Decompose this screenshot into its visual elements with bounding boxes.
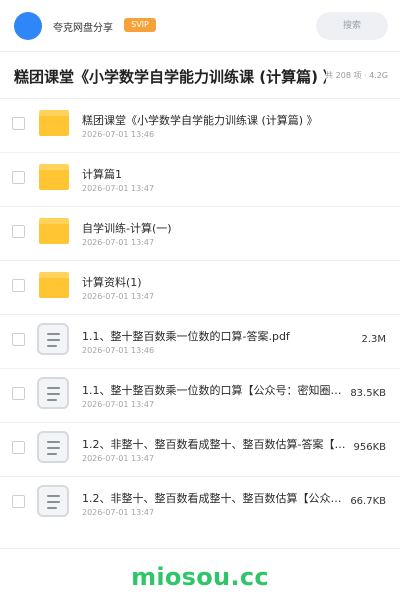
document-icon bbox=[37, 323, 69, 355]
app-header: 夸克网盘分享 SVIP 搜索 bbox=[0, 0, 400, 52]
folder-icon bbox=[39, 164, 69, 190]
select-checkbox[interactable] bbox=[12, 171, 25, 184]
list-item[interactable]: 1.1、整十整百数乘一位数的口算-答案.pdf 2026-07-01 13:46… bbox=[0, 314, 400, 368]
list-item[interactable]: 糕团课堂《小学数学自学能力训练课 (计算篇) 》 2026-07-01 13:4… bbox=[0, 98, 400, 152]
item-date: 2026-07-01 13:47 bbox=[82, 508, 155, 517]
folder-icon bbox=[39, 272, 69, 298]
select-checkbox[interactable] bbox=[12, 117, 25, 130]
document-icon bbox=[37, 485, 69, 517]
item-name: 计算篇1 bbox=[82, 168, 122, 181]
folder-meta: 共 208 项 · 4.2G bbox=[325, 71, 388, 80]
list-item[interactable]: 1.2、非整十、整百数看成整十、整百数估算【公众号… 2026-07-01 13… bbox=[0, 476, 400, 530]
search-button[interactable]: 搜索 bbox=[316, 12, 388, 40]
item-date: 2026-07-01 13:47 bbox=[82, 400, 155, 409]
select-checkbox[interactable] bbox=[12, 333, 25, 346]
item-name: 糕团课堂《小学数学自学能力训练课 (计算篇) 》 bbox=[82, 114, 318, 127]
folder-icon bbox=[39, 218, 69, 244]
item-name: 1.2、非整十、整百数看成整十、整百数估算-答案【… bbox=[82, 438, 346, 451]
list-item[interactable]: 1.2、非整十、整百数看成整十、整百数估算-答案【… 2026-07-01 13… bbox=[0, 422, 400, 476]
list-item[interactable]: 1.1、整十整百数乘一位数的口算【公众号：密知圈】… 2026-07-01 13… bbox=[0, 368, 400, 422]
item-name: 1.2、非整十、整百数看成整十、整百数估算【公众号… bbox=[82, 492, 350, 505]
item-name: 自学训练-计算(一) bbox=[82, 222, 172, 235]
item-size: 956KB bbox=[353, 442, 386, 453]
select-checkbox[interactable] bbox=[12, 387, 25, 400]
folder-title-row: 糕团课堂《小学数学自学能力训练课 (计算篇) 》 共 208 项 · 4.2G bbox=[0, 52, 400, 98]
svip-badge: SVIP bbox=[124, 18, 156, 32]
item-date: 2026-07-01 13:47 bbox=[82, 184, 155, 193]
document-icon bbox=[37, 431, 69, 463]
select-checkbox[interactable] bbox=[12, 495, 25, 508]
document-icon bbox=[37, 377, 69, 409]
select-checkbox[interactable] bbox=[12, 441, 25, 454]
item-name: 1.1、整十整百数乘一位数的口算-答案.pdf bbox=[82, 330, 290, 343]
item-date: 2026-07-01 13:46 bbox=[82, 346, 155, 355]
folder-icon bbox=[39, 110, 69, 136]
item-date: 2026-07-01 13:47 bbox=[82, 292, 155, 301]
list-end-divider bbox=[0, 548, 400, 549]
item-name: 计算资料(1) bbox=[82, 276, 142, 289]
list-item[interactable]: 计算篇1 2026-07-01 13:47 bbox=[0, 152, 400, 206]
item-date: 2026-07-01 13:47 bbox=[82, 454, 155, 463]
avatar[interactable] bbox=[14, 12, 42, 40]
select-checkbox[interactable] bbox=[12, 225, 25, 238]
item-date: 2026-07-01 13:46 bbox=[82, 130, 155, 139]
item-size: 2.3M bbox=[361, 334, 386, 345]
item-size: 83.5KB bbox=[350, 388, 386, 399]
list-item[interactable]: 计算资料(1) 2026-07-01 13:47 bbox=[0, 260, 400, 314]
share-user-name: 夸克网盘分享 bbox=[53, 23, 113, 34]
folder-title: 糕团课堂《小学数学自学能力训练课 (计算篇) 》 bbox=[14, 68, 326, 86]
item-size: 66.7KB bbox=[350, 496, 386, 507]
item-name: 1.1、整十整百数乘一位数的口算【公众号：密知圈】… bbox=[82, 384, 350, 397]
file-list: 糕团课堂《小学数学自学能力训练课 (计算篇) 》 2026-07-01 13:4… bbox=[0, 98, 400, 530]
item-date: 2026-07-01 13:47 bbox=[82, 238, 155, 247]
list-item[interactable]: 自学训练-计算(一) 2026-07-01 13:47 bbox=[0, 206, 400, 260]
watermark: miosou.cc bbox=[131, 563, 269, 591]
select-checkbox[interactable] bbox=[12, 279, 25, 292]
